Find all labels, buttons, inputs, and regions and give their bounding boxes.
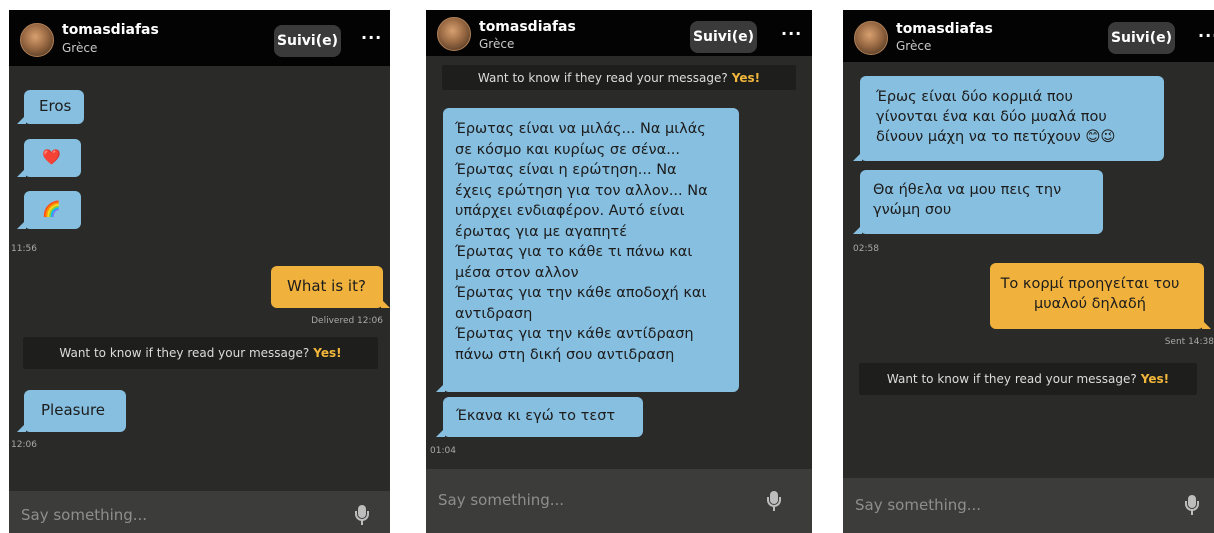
username[interactable]: tomasdiafas	[479, 19, 576, 35]
more-dots-icon[interactable]: ···	[1198, 26, 1214, 45]
message-line: Έρως είναι δύο κορμιά που	[876, 89, 1073, 105]
user-location: Grèce	[62, 41, 98, 55]
message-text: Το κορμί προηγείται του μυαλού δηλαδή	[990, 263, 1204, 314]
message-text: Έκανα κι εγώ το τεστ	[456, 408, 616, 424]
chat-header: tomasdiafas Grèce Suivi(e) ···	[843, 10, 1214, 62]
send-status: Sent 14:38	[1164, 337, 1214, 347]
message-line: μέσα στον αλλον	[455, 264, 579, 281]
read-receipt-notice: Want to know if they read your message? …	[859, 363, 1197, 395]
follow-button[interactable]: Suivi(e)	[274, 25, 341, 57]
upgrade-yes-link[interactable]: Yes!	[732, 71, 760, 85]
message-input-bar[interactable]: Say something...	[9, 491, 390, 533]
message-text: What is it?	[287, 277, 366, 295]
message-line: Έρωτας είναι η ερώτηση... Να	[455, 162, 677, 178]
message-line: γίνονται ένα και δύο μυαλά που	[876, 109, 1107, 125]
avatar[interactable]	[854, 21, 888, 55]
chat-header: tomasdiafas Grèce Suivi(e) ···	[426, 10, 812, 56]
message-text: Έρως είναι δύο κορμιά που γίνονται ένα κ…	[860, 76, 1164, 147]
microphone-icon[interactable]	[1185, 495, 1199, 517]
message-line: μυαλού δηλαδή	[1034, 296, 1146, 312]
follow-button[interactable]: Suivi(e)	[1108, 22, 1175, 54]
upgrade-yes-link[interactable]: Yes!	[313, 346, 341, 360]
message-input-bar[interactable]: Say something...	[843, 478, 1214, 533]
rainbow-emoji: 🌈	[42, 200, 61, 218]
user-location: Grèce	[479, 37, 515, 51]
message-incoming: 🌈	[17, 191, 81, 229]
message-incoming: ❤️	[17, 139, 81, 177]
message-text: Έρωτας είναι να μιλάς... Να μιλάς σε κόσ…	[443, 108, 739, 365]
avatar[interactable]	[437, 17, 471, 51]
message-incoming: Pleasure	[17, 390, 126, 432]
notice-text: Want to know if they read your message?	[59, 346, 310, 360]
chat-header: tomasdiafas Grèce Suivi(e) ···	[9, 10, 390, 66]
username[interactable]: tomasdiafas	[62, 22, 159, 38]
more-dots-icon[interactable]: ···	[361, 28, 382, 47]
message-text: Pleasure	[41, 401, 106, 419]
upgrade-yes-link[interactable]: Yes!	[1141, 372, 1169, 386]
read-receipt-notice: Want to know if they read your message? …	[442, 65, 796, 90]
username[interactable]: tomasdiafas	[896, 21, 993, 37]
microphone-icon[interactable]	[767, 491, 781, 513]
message-line: Το κορμί προηγείται του	[1000, 276, 1180, 292]
message-line: υπάρχει ενδιαφέρον. Αυτό είναι	[455, 203, 685, 219]
timestamp: 11:56	[11, 244, 37, 254]
message-outgoing: Το κορμί προηγείται του μυαλού δηλαδή	[990, 263, 1211, 329]
message-line: πάνω στη δική σου αντιδραση	[455, 346, 675, 363]
chat-panel-2: tomasdiafas Grèce Suivi(e) ··· Want to k…	[426, 10, 812, 533]
message-input[interactable]: Say something...	[438, 491, 564, 509]
message-incoming: Έκανα κι εγώ το τεστ	[436, 397, 643, 437]
chat-panel-1: tomasdiafas Grèce Suivi(e) ··· Eros ❤️ 🌈…	[9, 10, 390, 533]
message-incoming: Θα ήθελα να μου πεις την γνώμη σου	[853, 170, 1103, 234]
message-line: Έρωτας για την κάθε αντίδραση	[455, 326, 694, 342]
message-line: γνώμη σου	[873, 202, 952, 218]
message-line: Θα ήθελα να μου πεις την	[873, 182, 1062, 198]
message-incoming: Έρωτας είναι να μιλάς... Να μιλάς σε κόσ…	[436, 108, 739, 392]
message-text: Θα ήθελα να μου πεις την γνώμη σου	[860, 170, 1103, 220]
message-text: Eros	[39, 97, 72, 115]
message-line: έρωτας για με αγαπητέ	[455, 223, 628, 240]
timestamp: 12:06	[11, 440, 37, 450]
message-input[interactable]: Say something...	[855, 496, 981, 514]
timestamp: 02:58	[853, 244, 879, 254]
user-location: Grèce	[896, 39, 932, 53]
chat-panel-3: tomasdiafas Grèce Suivi(e) ··· Έρως είνα…	[843, 10, 1214, 533]
notice-text: Want to know if they read your message?	[886, 372, 1137, 386]
more-dots-icon[interactable]: ···	[781, 24, 802, 43]
message-line: αντιδραση	[455, 305, 533, 322]
message-line: δίνουν μάχη να το πετύχουν 😊😉	[876, 129, 1116, 145]
message-line: Έρωτας για την κάθε αποδοχή και	[455, 285, 707, 301]
notice-text: Want to know if they read your message?	[477, 70, 728, 85]
message-incoming: Eros	[17, 90, 84, 124]
message-line: σε κόσμο και κυρίως σε σένα...	[455, 141, 681, 158]
message-input-bar[interactable]: Say something...	[426, 469, 812, 533]
message-outgoing: What is it?	[271, 266, 390, 308]
message-line: έχεις ερώτηση για τον αλλον... Να	[455, 182, 708, 199]
message-incoming: Έρως είναι δύο κορμιά που γίνονται ένα κ…	[853, 76, 1164, 161]
heart-emoji: ❤️	[42, 148, 61, 166]
delivery-status: Delivered 12:06	[311, 316, 383, 326]
timestamp: 01:04	[430, 446, 456, 456]
message-line: Έρωτας για το κάθε τι πάνω και	[455, 244, 693, 260]
avatar[interactable]	[20, 23, 54, 57]
message-input[interactable]: Say something...	[21, 506, 147, 524]
follow-button[interactable]: Suivi(e)	[690, 21, 757, 53]
read-receipt-notice: Want to know if they read your message? …	[23, 337, 378, 369]
message-line: Έρωτας είναι να μιλάς... Να μιλάς	[455, 121, 706, 137]
microphone-icon[interactable]	[355, 505, 369, 527]
